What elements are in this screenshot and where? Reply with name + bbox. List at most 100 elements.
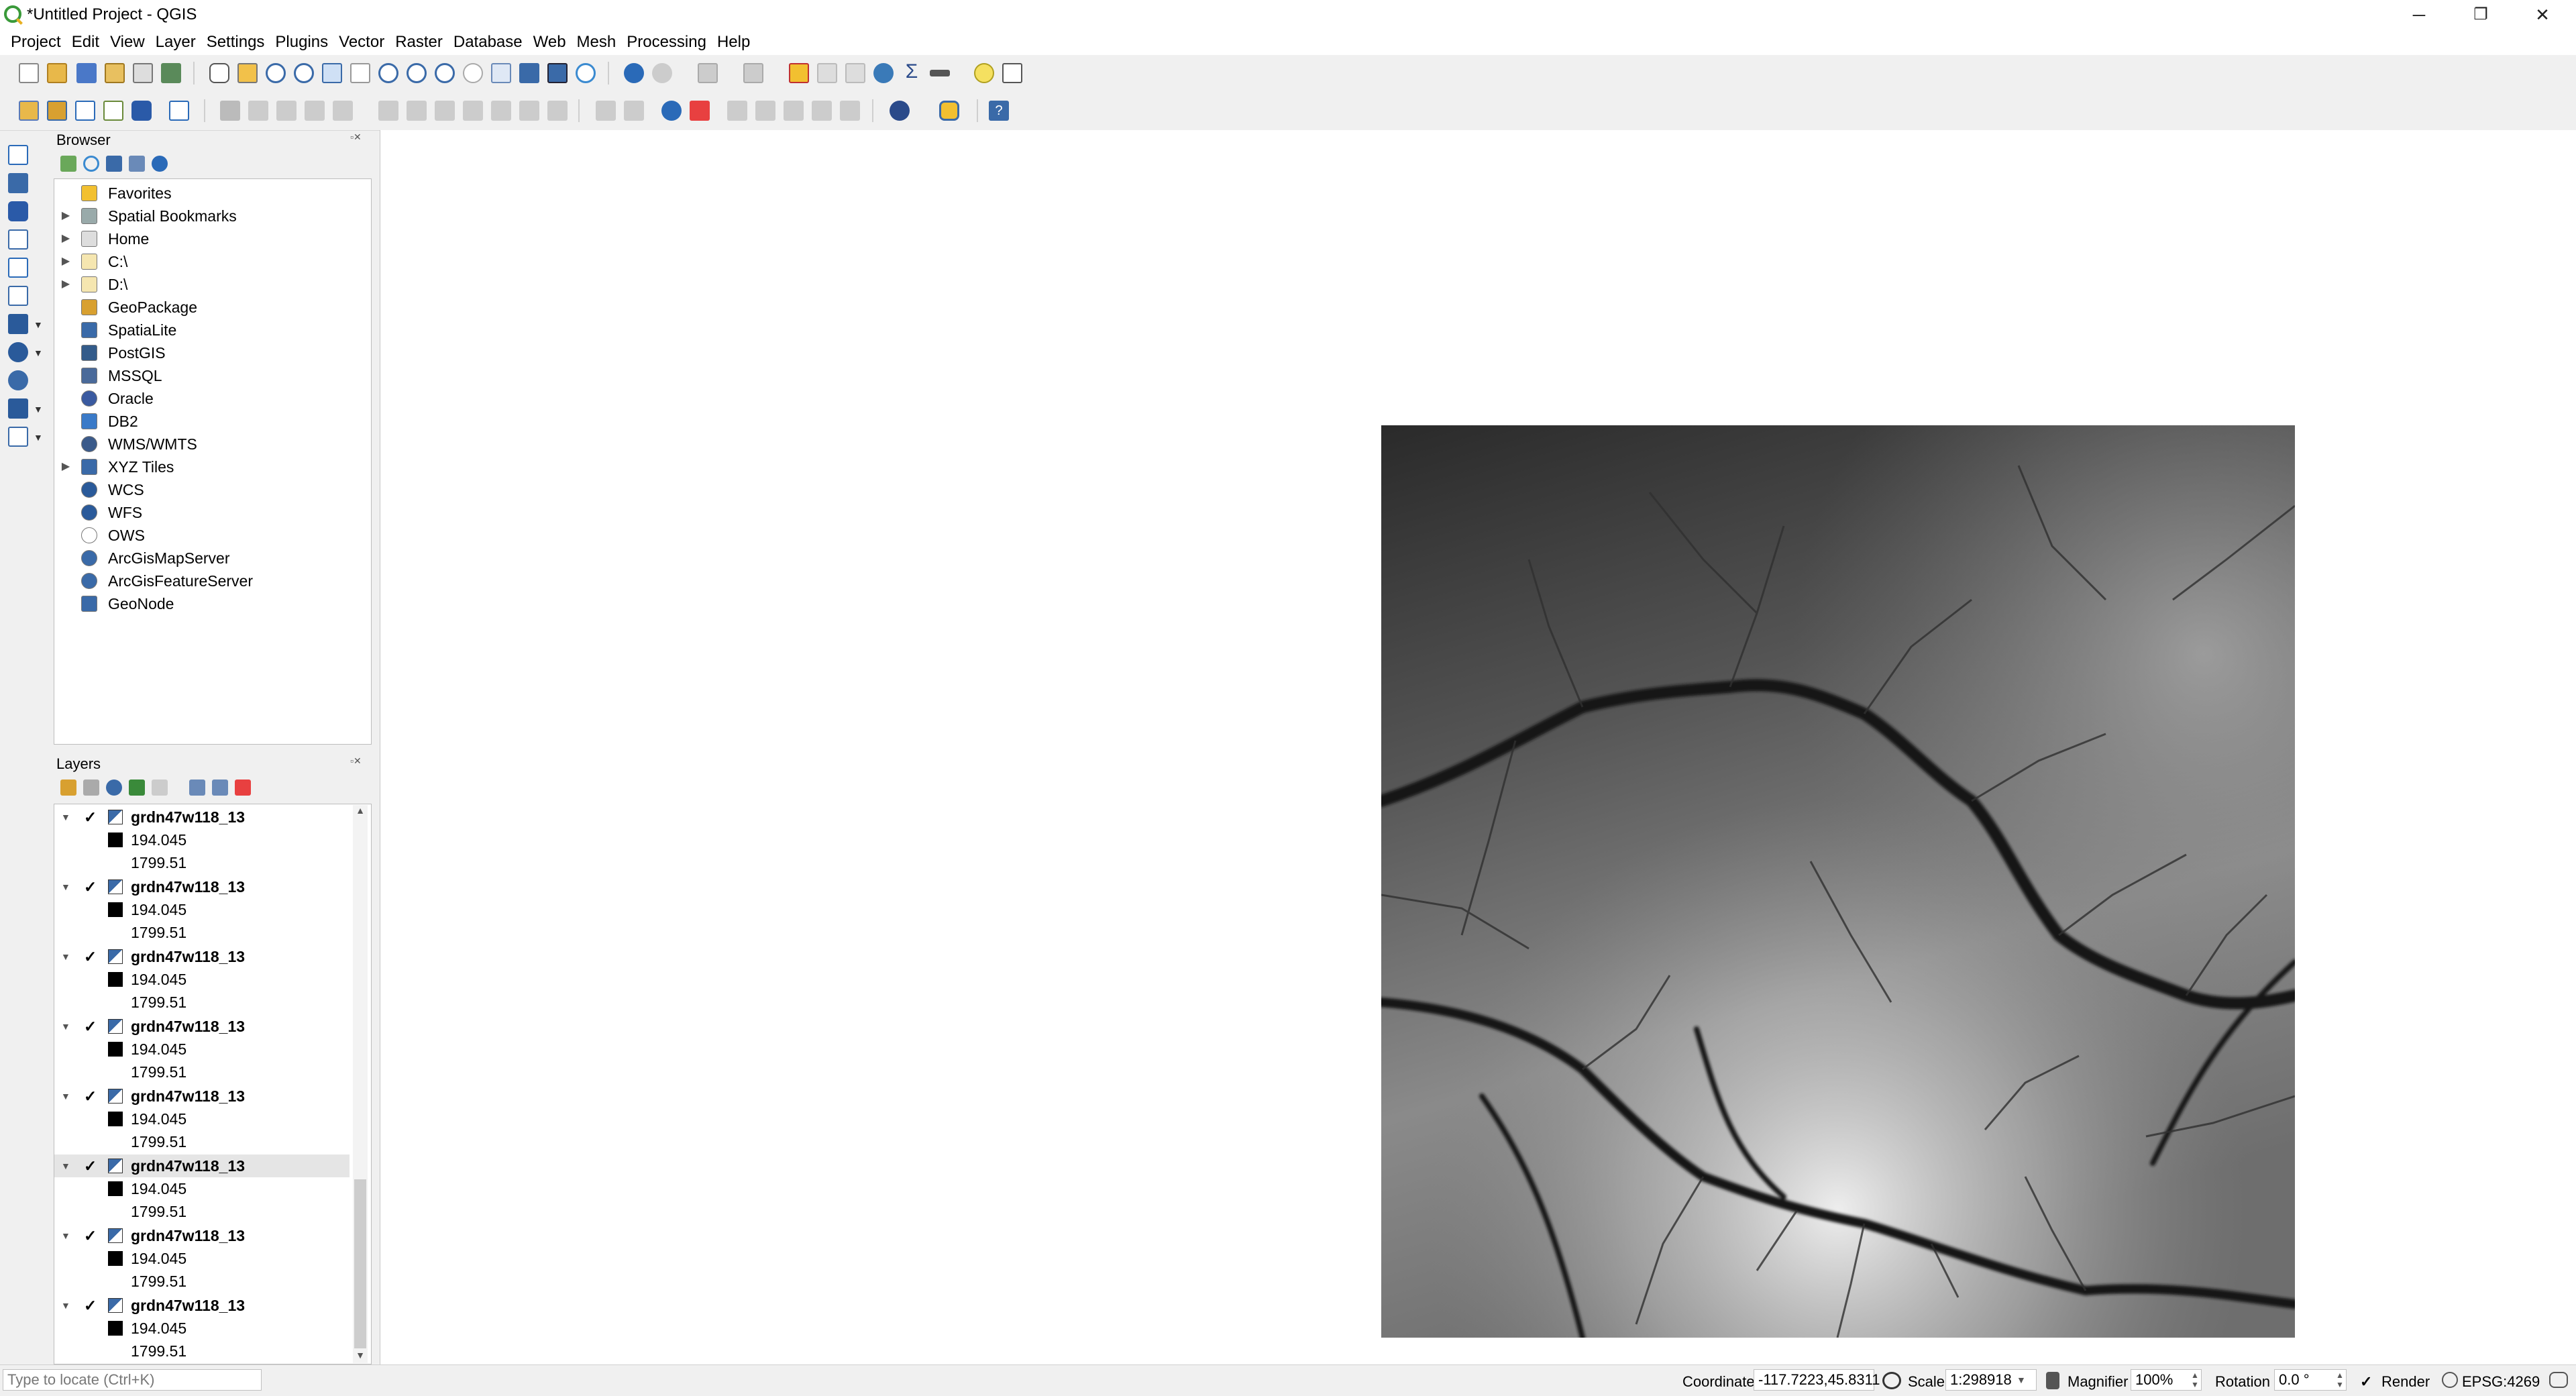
toggle-editing-icon[interactable] [248, 101, 268, 121]
change-diagram-icon[interactable] [840, 101, 860, 121]
minimize-button[interactable]: ─ [2388, 0, 2450, 30]
menu-raster[interactable]: Raster [390, 30, 448, 55]
layer-row[interactable]: ▼ ✓ grdn47w118_13 [54, 806, 350, 828]
collapse-all-icon[interactable] [129, 156, 145, 172]
properties-icon[interactable] [152, 156, 168, 172]
layer-row[interactable]: ▼ ✓ grdn47w118_13 [54, 1015, 350, 1038]
run-action-icon[interactable] [652, 63, 672, 83]
data-source-manager-icon[interactable] [19, 101, 39, 121]
manage-map-themes-icon[interactable] [106, 780, 122, 796]
show-bookmarks-icon[interactable] [547, 63, 568, 83]
add-delimited-text-icon[interactable] [8, 229, 28, 250]
filter-by-expression-icon[interactable] [152, 780, 168, 796]
help-icon[interactable]: ? [989, 101, 1009, 121]
toggle-extents-mouse-icon[interactable] [1882, 1372, 1901, 1389]
add-vector-layer-icon[interactable] [169, 101, 189, 121]
show-hide-labels-icon[interactable] [690, 101, 710, 121]
identify-features-icon[interactable] [624, 63, 644, 83]
collapse-arrow-icon[interactable]: ▼ [61, 1294, 70, 1317]
collapse-all-layers-icon[interactable] [212, 780, 228, 796]
add-feature-icon[interactable] [305, 101, 325, 121]
current-edits-icon[interactable] [220, 101, 240, 121]
add-raster-layer-icon[interactable] [8, 173, 28, 193]
new-virtual-layer-icon[interactable] [131, 101, 152, 121]
menu-layer[interactable]: Layer [150, 30, 201, 55]
delete-selected-icon[interactable] [407, 101, 427, 121]
add-postgis-icon[interactable] [8, 342, 28, 362]
expand-arrow-icon[interactable]: ▶ [61, 455, 70, 478]
collapse-arrow-icon[interactable]: ▼ [61, 1224, 70, 1247]
layers-panel-float-close[interactable]: ▫✕ [350, 755, 362, 767]
menu-mesh[interactable]: Mesh [572, 30, 622, 55]
move-label-icon[interactable] [727, 101, 747, 121]
remove-layer-icon[interactable] [235, 780, 251, 796]
layer-row[interactable]: ▼ ✓ grdn47w118_13 [54, 1155, 350, 1177]
scroll-up-arrow-icon[interactable]: ▲ [354, 805, 366, 818]
refresh-icon[interactable] [576, 63, 596, 83]
add-mesh-layer-icon[interactable] [8, 201, 28, 221]
close-button[interactable]: ✕ [2512, 0, 2573, 30]
add-wfs-layer-icon[interactable] [8, 398, 28, 419]
crs-globe-icon[interactable] [2442, 1372, 2458, 1388]
redo-icon[interactable] [547, 101, 568, 121]
menu-settings[interactable]: Settings [201, 30, 270, 55]
messages-icon[interactable] [2549, 1372, 2568, 1388]
zoom-next-icon[interactable] [463, 63, 483, 83]
layer-visibility-checkbox[interactable]: ✓ [84, 1085, 97, 1108]
expand-arrow-icon[interactable]: ▶ [61, 227, 70, 250]
vertex-tool-icon[interactable] [333, 101, 353, 121]
layer-row[interactable]: ▼ ✓ grdn47w118_13 [54, 875, 350, 898]
filter-legend-icon[interactable] [129, 780, 145, 796]
style-manager-icon[interactable] [161, 63, 181, 83]
menu-edit[interactable]: Edit [66, 30, 105, 55]
layer-visibility-checkbox[interactable]: ✓ [84, 945, 97, 968]
processing-toolbox-icon[interactable] [873, 63, 894, 83]
add-vector-layer-icon[interactable] [8, 145, 28, 165]
copy-features-icon[interactable] [463, 101, 483, 121]
rotate-label-icon[interactable] [755, 101, 775, 121]
undo-icon[interactable] [519, 101, 539, 121]
zoom-last-icon[interactable] [435, 63, 455, 83]
locator-search-input[interactable]: Type to locate (Ctrl+K) [3, 1369, 262, 1391]
layer-row[interactable]: ▼ ✓ grdn47w118_13 [54, 1294, 350, 1317]
plugin-globe-icon[interactable] [890, 101, 910, 121]
scrollbar-thumb[interactable] [354, 1179, 366, 1348]
deselect-all-icon[interactable] [789, 63, 809, 83]
select-features-icon[interactable] [698, 63, 718, 83]
menu-project[interactable]: Project [5, 30, 66, 55]
change-label-icon[interactable] [784, 101, 804, 121]
open-attribute-table-icon[interactable] [817, 63, 837, 83]
collapse-arrow-icon[interactable]: ▼ [61, 875, 70, 898]
new-shapefile-icon[interactable] [8, 427, 28, 447]
scale-dropdown-icon[interactable]: ▼ [2017, 1375, 2026, 1385]
expand-all-icon[interactable] [189, 780, 205, 796]
expand-arrow-icon[interactable]: ▶ [61, 273, 70, 296]
zoom-native-icon[interactable] [407, 63, 427, 83]
collapse-arrow-icon[interactable]: ▼ [61, 806, 70, 828]
layer-row[interactable]: ▼ ✓ grdn47w118_13 [54, 1224, 350, 1247]
collapse-arrow-icon[interactable]: ▼ [61, 1155, 70, 1177]
rotation-spin-icon[interactable]: ▲ ▼ [2336, 1371, 2344, 1389]
collapse-arrow-icon[interactable]: ▼ [61, 1085, 70, 1108]
coordinate-field[interactable]: -117.7223,45.8311 [1754, 1369, 1880, 1391]
highlight-labels-icon[interactable] [661, 101, 682, 121]
add-spatialite-icon[interactable] [8, 258, 28, 278]
restore-button[interactable]: ❐ [2450, 0, 2512, 30]
open-project-icon[interactable] [47, 63, 67, 83]
zoom-out-icon[interactable] [294, 63, 314, 83]
zoom-to-layer-icon[interactable] [378, 63, 398, 83]
expand-arrow-icon[interactable]: ▶ [61, 250, 70, 273]
map-tips-icon[interactable] [974, 63, 994, 83]
pan-map-icon[interactable] [209, 63, 229, 83]
map-canvas[interactable] [380, 130, 2576, 1364]
render-checkbox[interactable]: ✓ [2360, 1373, 2372, 1391]
menu-vector[interactable]: Vector [333, 30, 390, 55]
layer-row[interactable]: ▼ ✓ grdn47w118_13 [54, 945, 350, 968]
new-map-view-icon[interactable] [491, 63, 511, 83]
new-shapefile-layer-icon[interactable] [75, 101, 95, 121]
menu-database[interactable]: Database [448, 30, 528, 55]
magnifier-spin-icon[interactable]: ▲ ▼ [2191, 1371, 2199, 1389]
scroll-down-arrow-icon[interactable]: ▼ [354, 1350, 366, 1363]
cut-features-icon[interactable] [435, 101, 455, 121]
layer-row[interactable]: ▼ ✓ grdn47w118_13 [54, 1085, 350, 1108]
